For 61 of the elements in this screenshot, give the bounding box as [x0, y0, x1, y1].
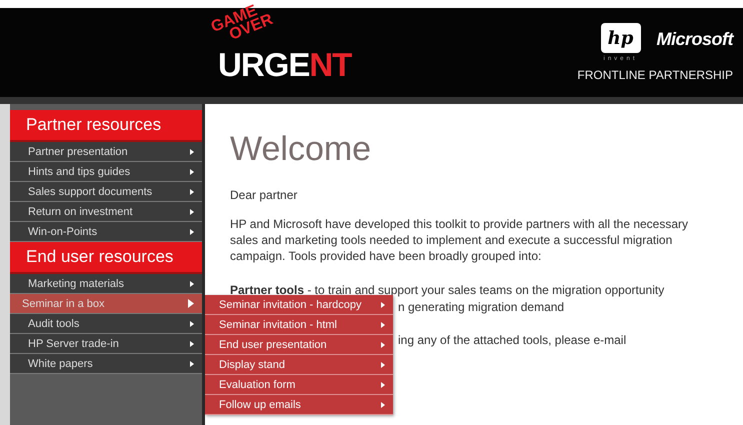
arrow-icon	[381, 382, 385, 388]
menu-item[interactable]: Hints and tips guides	[10, 162, 202, 182]
arrow-icon	[190, 228, 194, 234]
arrow-icon	[190, 168, 194, 174]
intro-paragraph: HP and Microsoft have developed this toolkit to provide partners with all the necessary sales and marketing tools needed to implement and execute a successful migration campaign. Tools provided have been broadly grouped into:	[230, 216, 690, 264]
menu-item-label: Audit tools	[28, 318, 80, 330]
submenu-item-label: Evaluation form	[219, 378, 296, 390]
submenu-item[interactable]: Seminar invitation - html	[205, 315, 393, 335]
submenu-item-label: Follow up emails	[219, 398, 301, 410]
submenu-item[interactable]: End user presentation	[205, 335, 393, 355]
submenu-item-label: Seminar invitation - html	[219, 318, 337, 330]
menu-item-label: Win-on-Points	[28, 226, 98, 238]
arrow-icon	[381, 402, 385, 408]
arrow-icon	[190, 360, 194, 366]
menu-item-label: Hints and tips guides	[28, 166, 130, 178]
urgent-logo: URGENT	[218, 46, 352, 84]
section-heading: End user resources	[10, 242, 202, 274]
menu-item[interactable]: Seminar in a box	[10, 294, 202, 314]
menu-item[interactable]: Audit tools	[10, 314, 202, 334]
microsoft-logo: Microsoft	[656, 29, 733, 50]
paragraph-line: n generating migration demand	[398, 300, 564, 314]
menu-item-label: Seminar in a box	[22, 298, 105, 310]
arrow-icon	[190, 208, 194, 214]
page-title: Welcome	[230, 130, 372, 169]
arrow-icon	[190, 188, 194, 194]
menu-item[interactable]: Win-on-Points	[10, 222, 202, 242]
menu-item-label: Marketing materials	[28, 278, 124, 290]
submenu-item-label: Seminar invitation - hardcopy	[219, 298, 362, 310]
arrow-icon	[381, 342, 385, 348]
arrow-icon	[381, 322, 385, 328]
menu-item[interactable]: Partner presentation	[10, 142, 202, 162]
menu-item-label: Sales support documents	[28, 186, 152, 198]
section-heading: Partner resources	[10, 110, 202, 142]
greeting-text: Dear partner	[230, 187, 298, 203]
menu-item[interactable]: Marketing materials	[10, 274, 202, 294]
arrow-icon	[190, 280, 194, 286]
arrow-icon	[190, 320, 194, 326]
arrow-icon	[381, 362, 385, 368]
submenu-item[interactable]: Follow up emails	[205, 395, 393, 415]
submenu-item[interactable]: Display stand	[205, 355, 393, 375]
menu-item-label: White papers	[28, 358, 93, 370]
arrow-icon	[188, 299, 194, 308]
hp-logo: hp	[600, 23, 640, 53]
menu-item[interactable]: White papers	[10, 354, 202, 374]
paragraph-line: ing any of the attached tools, please e-mail	[398, 333, 626, 347]
paragraph-line: Partner tools - to train and support your sales teams on the migration opportunity	[230, 283, 664, 297]
arrow-icon	[190, 148, 194, 154]
submenu-item[interactable]: Evaluation form	[205, 375, 393, 395]
menu-item[interactable]: HP Server trade-in	[10, 334, 202, 354]
menu-item[interactable]: Sales support documents	[10, 182, 202, 202]
menu-item-label: Partner presentation	[28, 146, 128, 158]
menu-item-label: HP Server trade-in	[28, 338, 119, 350]
partnership-title: FRONTLINE PARTNERSHIP	[577, 68, 733, 82]
arrow-icon	[381, 302, 385, 308]
menu-item[interactable]: Return on investment	[10, 202, 202, 222]
submenu-item[interactable]: Seminar invitation - hardcopy	[205, 295, 393, 315]
submenu-item-label: Display stand	[219, 358, 286, 370]
arrow-icon	[190, 340, 194, 346]
submenu-item-label: End user presentation	[219, 338, 327, 350]
stamp-logo: GAME OVER	[210, 0, 276, 46]
menu-item-label: Return on investment	[28, 206, 133, 218]
